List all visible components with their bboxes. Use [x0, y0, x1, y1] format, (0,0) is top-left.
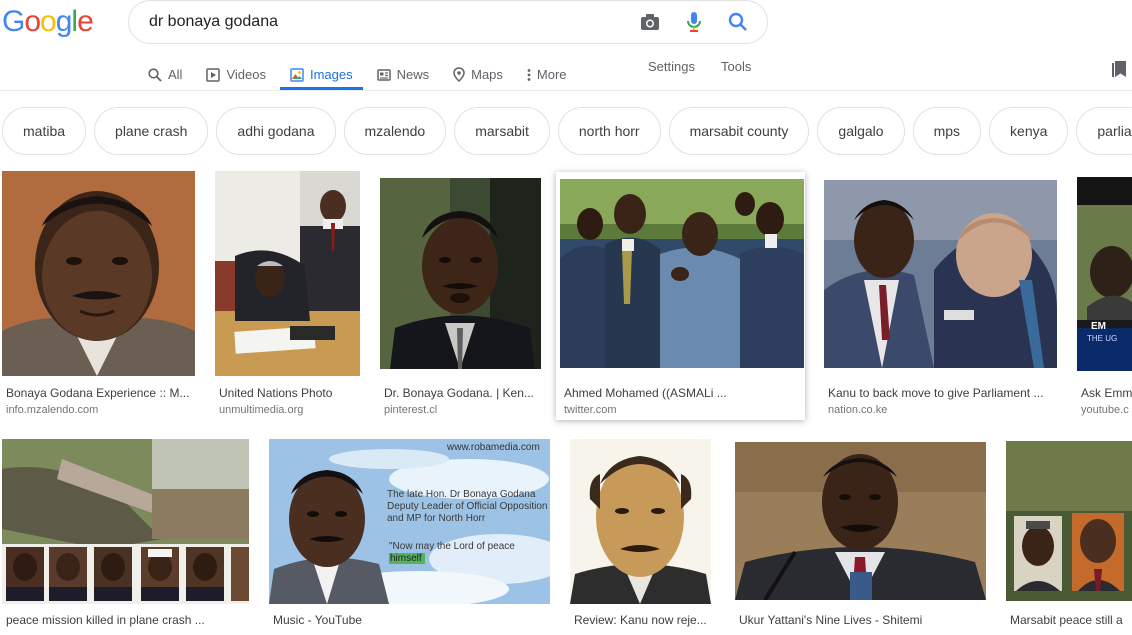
result-title: Bonaya Godana Experience :: M... — [6, 386, 190, 400]
tab-label: News — [396, 67, 430, 82]
result-thumbnail[interactable] — [380, 178, 541, 369]
thumb-overlay-text: "Now may the Lord of peace — [389, 541, 515, 552]
result-title: Music - YouTube — [273, 613, 362, 627]
google-logo[interactable]: Google — [2, 5, 94, 39]
tab-more[interactable]: More — [527, 56, 567, 90]
result-thumbnail[interactable] — [560, 179, 804, 368]
tab-label: Images — [309, 67, 353, 82]
result-source: youtube.c — [1081, 404, 1129, 416]
chip[interactable]: matiba — [2, 107, 87, 155]
more-vert-icon — [527, 68, 531, 81]
result-thumbnail[interactable] — [570, 439, 711, 604]
news-icon — [376, 68, 391, 81]
tab-maps[interactable]: Maps — [453, 56, 503, 90]
tab-label: All — [168, 67, 183, 82]
tools-link[interactable]: Tools — [721, 59, 751, 74]
saved-collections-icon[interactable] — [1112, 61, 1126, 77]
result-thumbnail[interactable] — [1006, 441, 1132, 601]
image-result[interactable]: Ukur Yattani's Nine Lives - Shitemi — [735, 442, 987, 635]
result-source: unmultimedia.org — [219, 404, 304, 416]
map-pin-icon — [453, 67, 465, 82]
result-thumbnail[interactable]: www.robamedia.com The late Hon. Dr Bonay… — [269, 439, 550, 604]
chip[interactable]: galgalo — [817, 107, 905, 155]
result-title: Review: Kanu now reje... — [574, 613, 707, 627]
result-thumbnail[interactable] — [215, 171, 360, 376]
tab-label: Maps — [471, 67, 503, 82]
result-title: Marsabit peace still a — [1010, 613, 1123, 627]
image-result[interactable]: Marsabit peace still a — [1006, 441, 1132, 635]
chip[interactable]: parlia — [1076, 107, 1132, 155]
chip[interactable]: north horr — [557, 107, 661, 155]
image-result[interactable]: www.robamedia.com The late Hon. Dr Bonay… — [269, 439, 551, 635]
result-title: Kanu to back move to give Parliament ... — [828, 386, 1044, 400]
image-result[interactable]: United Nations Photo unmultimedia.org — [215, 171, 361, 421]
chip[interactable]: marsabit — [454, 107, 550, 155]
logo-letter: g — [55, 5, 73, 38]
tab-label: More — [536, 67, 567, 82]
search-input[interactable]: dr bonaya godana — [149, 13, 639, 31]
tab-all[interactable]: All — [148, 56, 182, 90]
chip[interactable]: marsabit county — [668, 107, 810, 155]
result-thumbnail[interactable] — [824, 180, 1057, 368]
image-result[interactable]: Ahmed Mohamed ((ASMALi ... twitter.com — [556, 172, 805, 420]
image-result[interactable]: peace mission killed in plane crash ... — [2, 439, 250, 635]
settings-link[interactable]: Settings — [648, 59, 695, 74]
header-divider — [0, 90, 1132, 91]
related-search-chips: matiba plane crash adhi godana mzalendo … — [2, 107, 1132, 155]
result-title: peace mission killed in plane crash ... — [6, 613, 205, 627]
image-result[interactable]: Bonaya Godana Experience :: M... info.mz… — [2, 171, 196, 421]
result-source: twitter.com — [564, 404, 617, 416]
logo-letter: e — [77, 5, 94, 38]
tab-label: Videos — [226, 67, 266, 82]
chip[interactable]: mps — [912, 107, 982, 155]
chip[interactable]: plane crash — [94, 107, 209, 155]
search-nav: All Videos Images News Maps More — [148, 56, 591, 90]
image-result[interactable]: Kanu to back move to give Parliament ...… — [824, 180, 1058, 421]
image-icon — [290, 67, 304, 82]
result-title: Ask Emm — [1081, 386, 1132, 400]
image-result[interactable]: EM THE UG Ask Emm youtube.c — [1077, 177, 1132, 421]
tab-images[interactable]: Images — [280, 56, 363, 90]
logo-letter: o — [24, 5, 41, 38]
image-result[interactable]: Dr. Bonaya Godana. | Ken... pinterest.cl — [380, 178, 542, 421]
tab-videos[interactable]: Videos — [206, 56, 266, 90]
logo-letter: G — [2, 5, 25, 38]
search-box[interactable]: dr bonaya godana — [128, 0, 768, 44]
result-title: Dr. Bonaya Godana. | Ken... — [384, 386, 534, 400]
video-icon — [206, 67, 221, 82]
result-title: Ukur Yattani's Nine Lives - Shitemi — [739, 613, 923, 627]
result-source: info.mzalendo.com — [6, 404, 99, 416]
result-title: United Nations Photo — [219, 386, 333, 400]
result-thumbnail[interactable]: EM THE UG — [1077, 177, 1132, 371]
logo-letter: o — [40, 5, 57, 38]
image-result[interactable]: Review: Kanu now reje... — [570, 439, 712, 635]
result-thumbnail[interactable] — [735, 442, 986, 600]
result-source: nation.co.ke — [828, 404, 888, 416]
search-icon — [148, 67, 162, 82]
microphone-icon[interactable] — [683, 11, 705, 33]
thumb-overlay-text: www.robamedia.com — [447, 442, 540, 453]
thumb-overlay-text: THE UG — [1087, 334, 1118, 343]
chip[interactable]: adhi godana — [216, 107, 336, 155]
result-source: pinterest.cl — [384, 404, 438, 416]
result-thumbnail[interactable] — [2, 439, 249, 604]
camera-icon[interactable] — [639, 11, 661, 33]
thumb-overlay-text: EM — [1091, 321, 1106, 332]
thumb-overlay-text: himself — [390, 553, 422, 564]
result-title: Ahmed Mohamed ((ASMALi ... — [564, 386, 727, 400]
tab-news[interactable]: News — [376, 56, 430, 90]
search-icon[interactable] — [727, 11, 749, 33]
chip[interactable]: kenya — [989, 107, 1069, 155]
thumb-overlay-text: The late Hon. Dr Bonaya Godana Deputy Le… — [387, 489, 548, 524]
chip[interactable]: mzalendo — [343, 107, 447, 155]
result-thumbnail[interactable] — [2, 171, 195, 376]
